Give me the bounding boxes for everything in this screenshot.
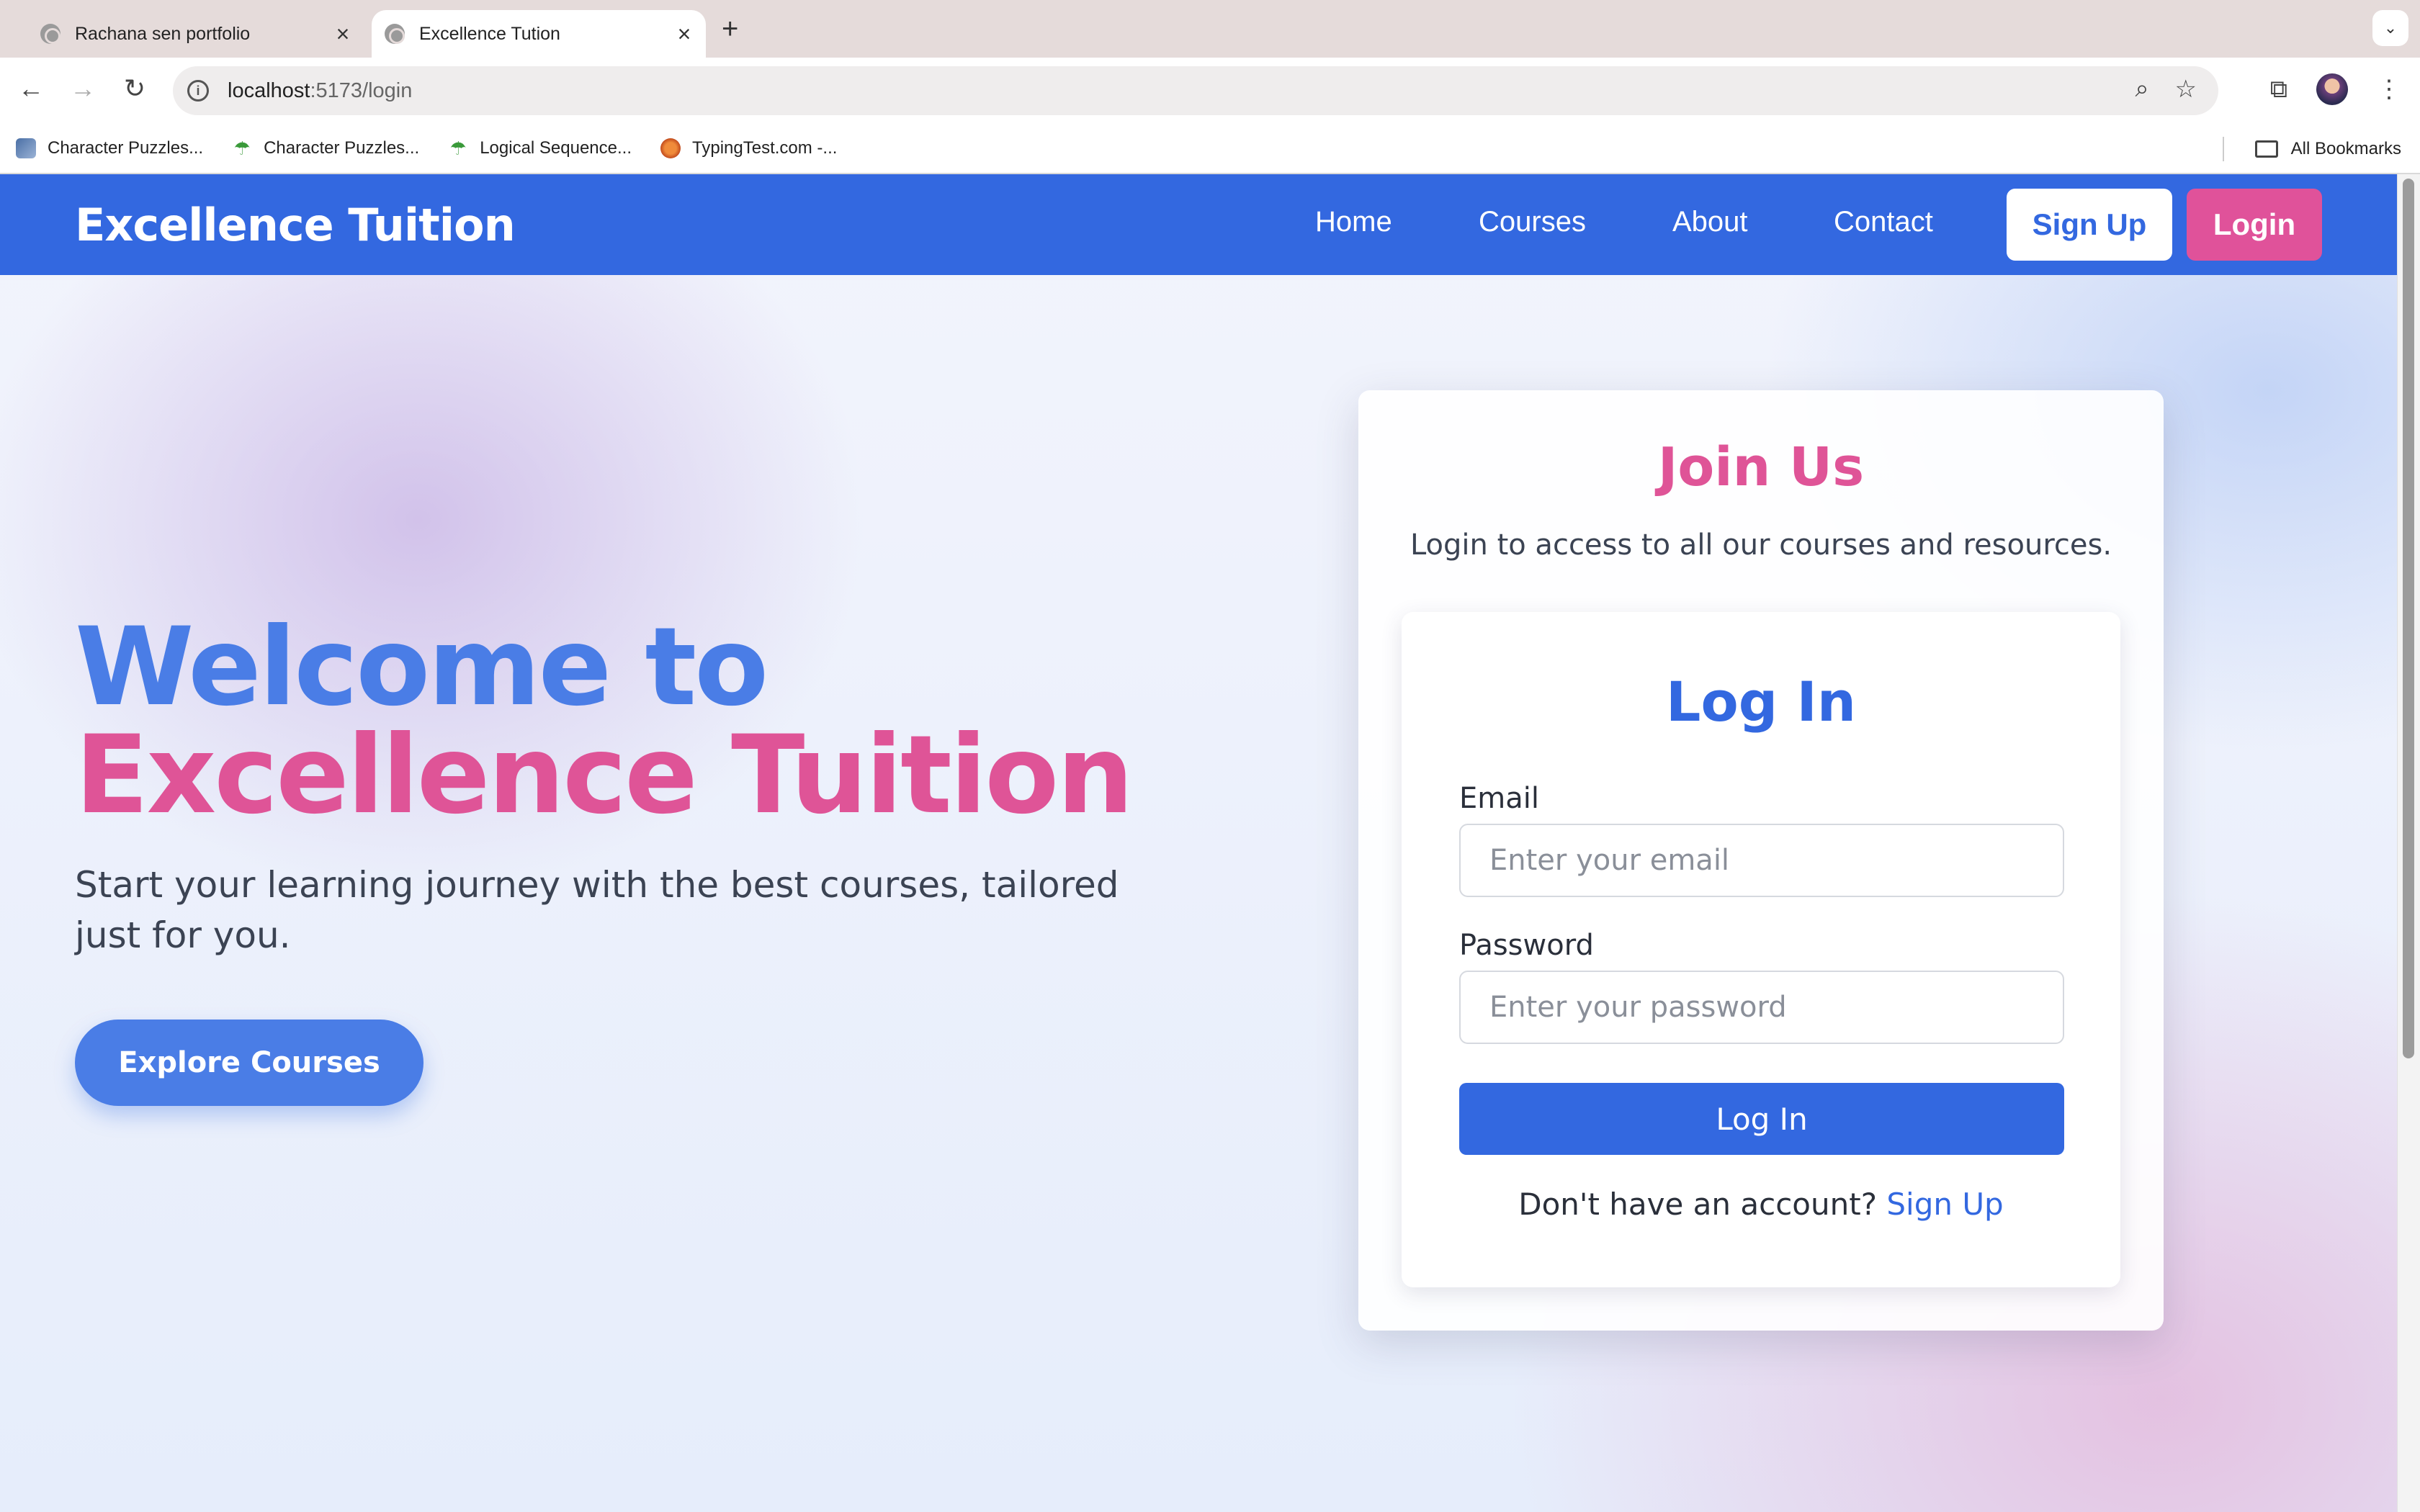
join-title: Join Us	[1657, 436, 1865, 498]
menu-kebab-icon[interactable]: ⋮	[2377, 75, 2401, 104]
back-arrow-icon[interactable]: ←	[13, 73, 49, 104]
close-icon[interactable]: ×	[670, 21, 699, 48]
new-tab-button[interactable]: +	[722, 13, 738, 45]
site-info-icon[interactable]: i	[187, 80, 209, 102]
divider	[2223, 137, 2224, 161]
password-field[interactable]	[1459, 971, 2064, 1044]
avatar[interactable]	[2316, 73, 2348, 105]
close-icon[interactable]: ×	[328, 21, 357, 48]
hero-title: Welcome to Excellence Tuition	[75, 605, 1134, 838]
forward-arrow-icon[interactable]: →	[65, 73, 101, 104]
address-bar[interactable]: i localhost:5173/login ⌕ ☆	[173, 66, 2218, 115]
nav-courses[interactable]: Courses	[1479, 206, 1586, 238]
tab-title: Excellence Tution	[419, 23, 560, 44]
bookmarks-bar: Character Puzzles... ☂ Character Puzzles…	[0, 124, 2420, 174]
bookmark-item[interactable]: Character Puzzles...	[16, 138, 203, 158]
signup-link[interactable]: Sign Up	[1886, 1187, 2003, 1222]
join-card: Join Us Login to access to all our cours…	[1358, 390, 2164, 1331]
signup-button[interactable]: Sign Up	[2007, 189, 2172, 261]
tab-bar: Rachana sen portfolio × Excellence Tutio…	[0, 0, 2420, 58]
nav-contact[interactable]: Contact	[1834, 206, 1933, 238]
reload-icon[interactable]: ↻	[117, 73, 153, 104]
star-icon[interactable]: ☆	[2175, 75, 2197, 104]
login-submit-button[interactable]: Log In	[1459, 1083, 2064, 1155]
signup-prompt: Don't have an account? Sign Up	[1402, 1187, 2120, 1222]
explore-courses-button[interactable]: Explore Courses	[75, 1020, 424, 1106]
page-viewport: Excellence Tuition Home Courses About Co…	[0, 174, 2397, 1512]
globe-icon	[385, 24, 405, 44]
scrollbar-thumb[interactable]	[2403, 179, 2414, 1058]
tab-search-button[interactable]: ⌄	[2372, 10, 2408, 46]
signup-prompt-text: Don't have an account?	[1518, 1187, 1877, 1222]
umbrella-icon: ☂	[233, 138, 251, 159]
email-field[interactable]	[1459, 824, 2064, 897]
bookmark-item[interactable]: ☂ Logical Sequence...	[448, 138, 632, 158]
tab-portfolio[interactable]: Rachana sen portfolio ×	[40, 10, 357, 58]
bookmark-item[interactable]: TypingTest.com -...	[660, 138, 837, 158]
typingtest-icon	[660, 138, 681, 158]
zoom-icon[interactable]: ⌕	[2135, 75, 2148, 104]
email-label: Email	[1459, 782, 1539, 815]
browser-window: Rachana sen portfolio × Excellence Tutio…	[0, 0, 2420, 1512]
globe-icon	[40, 24, 60, 44]
all-bookmarks-button[interactable]: All Bookmarks	[2254, 124, 2401, 174]
url-text: localhost:5173/login	[228, 78, 413, 102]
password-label: Password	[1459, 929, 1594, 962]
nav-home[interactable]: Home	[1315, 206, 1392, 238]
join-subtitle: Login to access to all our courses and r…	[1410, 528, 2112, 562]
bookmark-item[interactable]: ☂ Character Puzzles...	[232, 138, 419, 158]
login-form: Log In Email Password Log In Don't have …	[1402, 612, 2120, 1287]
folder-icon	[2254, 140, 2278, 158]
puzzle-icon	[16, 138, 36, 158]
site-logo[interactable]: Excellence Tuition	[75, 199, 516, 251]
tab-title: Rachana sen portfolio	[75, 23, 251, 44]
browser-toolbar: ← → ↻ i localhost:5173/login ⌕ ☆ ⧉ ⋮	[0, 58, 2420, 124]
tab-excellence[interactable]: Excellence Tution ×	[372, 10, 706, 58]
site-navbar: Excellence Tuition Home Courses About Co…	[0, 174, 2397, 275]
hero-subtitle: Start your learning journey with the bes…	[75, 864, 1119, 956]
login-title: Log In	[1666, 670, 1856, 734]
umbrella-icon: ☂	[449, 138, 467, 159]
login-button[interactable]: Login	[2187, 189, 2322, 261]
nav-about[interactable]: About	[1672, 206, 1748, 238]
hero-title-line2: Excellence Tuition	[75, 713, 1134, 838]
hero-title-line1: Welcome to	[75, 605, 768, 730]
extensions-icon[interactable]: ⧉	[2270, 76, 2287, 104]
